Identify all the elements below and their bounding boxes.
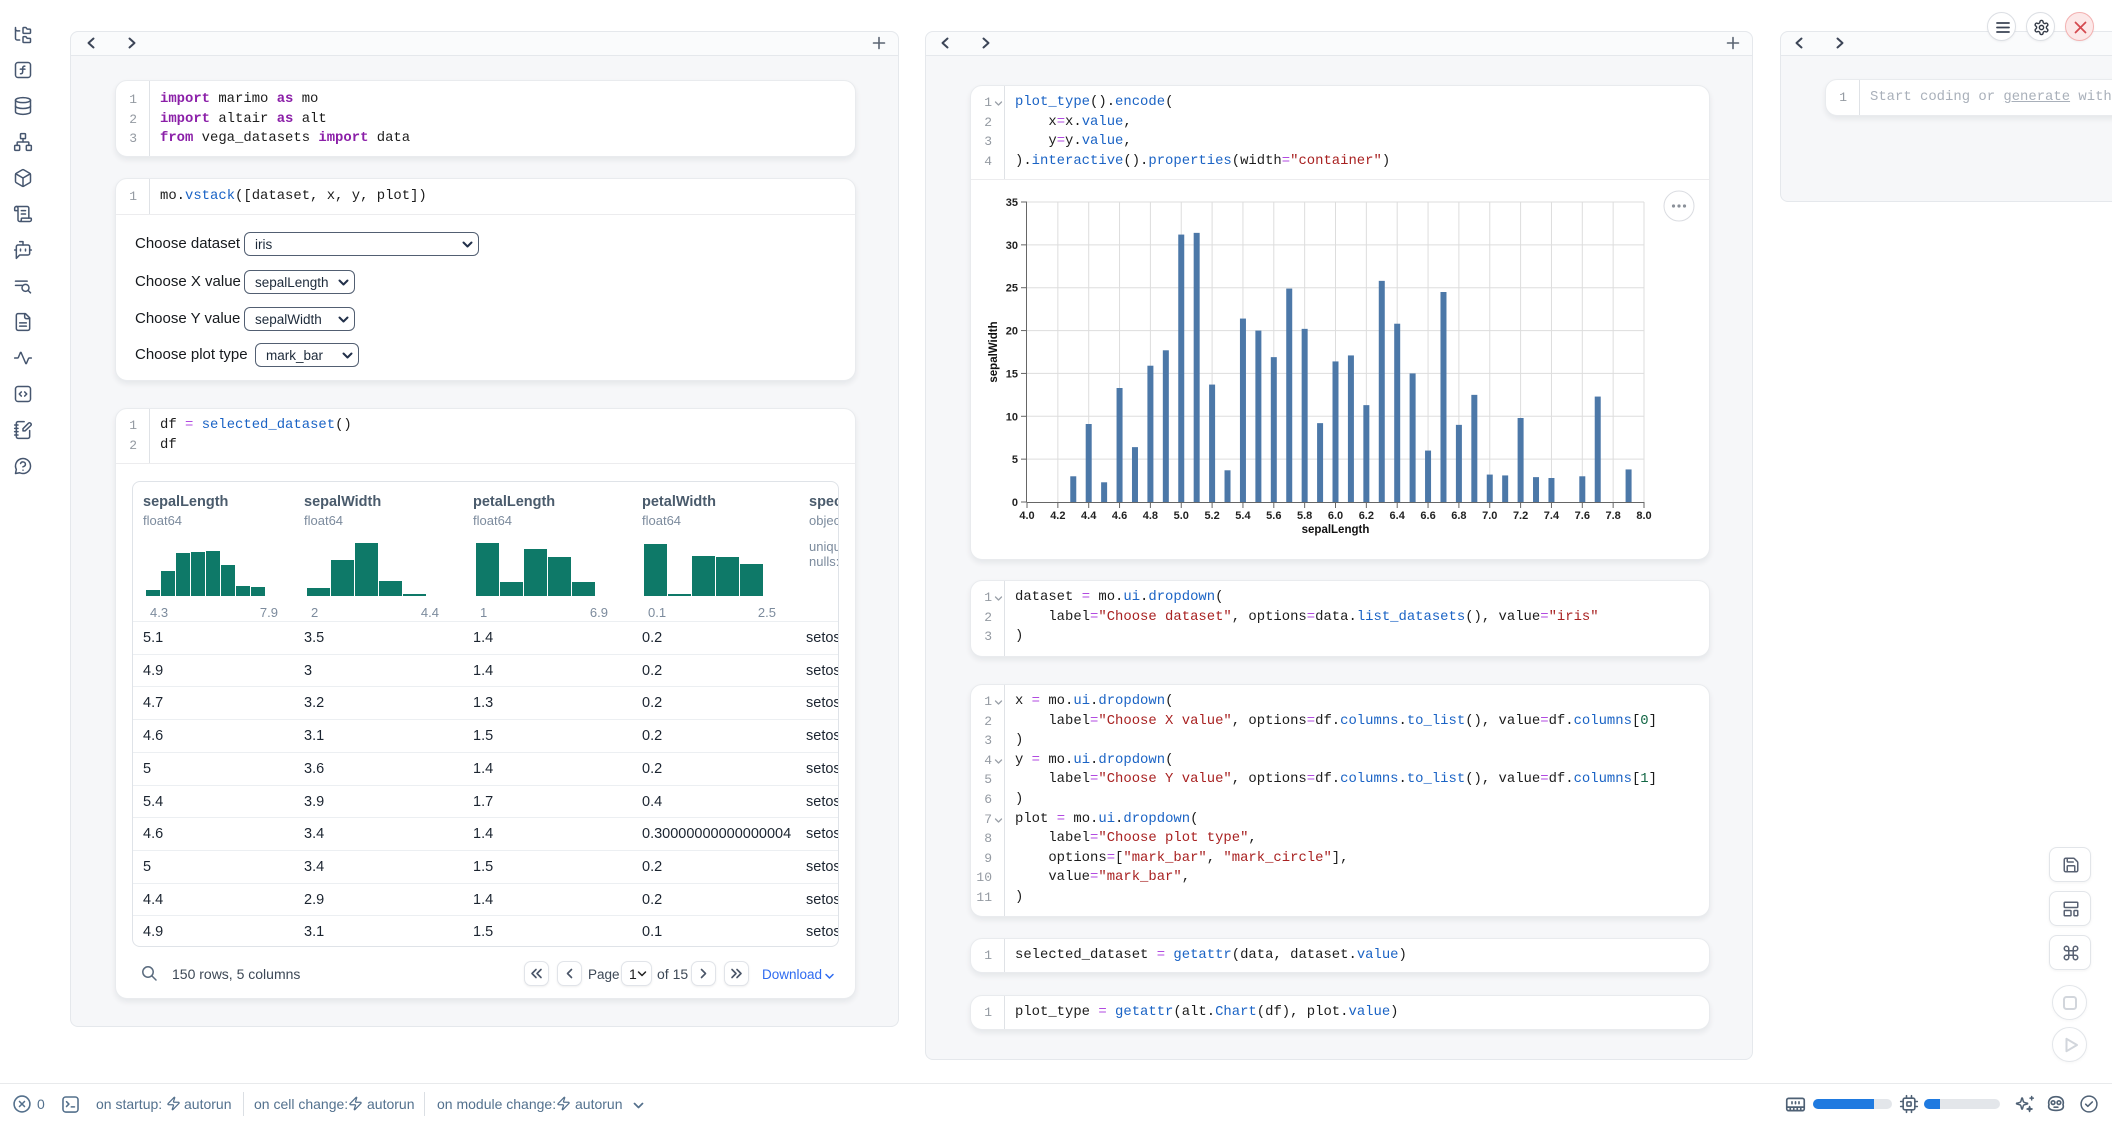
svg-text:5.0: 5.0 [1174, 510, 1189, 522]
svg-text:5.8: 5.8 [1297, 510, 1312, 522]
svg-text:5.2: 5.2 [1204, 510, 1219, 522]
svg-text:25: 25 [1006, 283, 1018, 295]
svg-text:sepalWidth: sepalWidth [988, 321, 1000, 382]
svg-text:4.0: 4.0 [1019, 510, 1034, 522]
svg-text:7.0: 7.0 [1482, 510, 1497, 522]
svg-text:6.6: 6.6 [1420, 510, 1435, 522]
svg-text:15: 15 [1006, 368, 1018, 380]
svg-text:5.4: 5.4 [1235, 510, 1251, 522]
svg-text:30: 30 [1006, 240, 1018, 252]
svg-text:10: 10 [1006, 411, 1018, 423]
svg-text:7.8: 7.8 [1606, 510, 1621, 522]
svg-text:7.6: 7.6 [1575, 510, 1590, 522]
svg-text:sepalLength: sepalLength [1302, 524, 1370, 536]
svg-text:5.6: 5.6 [1266, 510, 1281, 522]
svg-text:6.0: 6.0 [1328, 510, 1343, 522]
svg-text:0: 0 [1012, 497, 1018, 509]
svg-text:6.2: 6.2 [1359, 510, 1374, 522]
svg-text:4.8: 4.8 [1143, 510, 1158, 522]
svg-text:20: 20 [1006, 326, 1018, 338]
svg-text:4.6: 4.6 [1112, 510, 1127, 522]
svg-text:6.4: 6.4 [1390, 510, 1406, 522]
svg-text:4.2: 4.2 [1050, 510, 1065, 522]
svg-text:7.2: 7.2 [1513, 510, 1528, 522]
svg-text:7.4: 7.4 [1544, 510, 1560, 522]
svg-text:35: 35 [1006, 197, 1018, 209]
svg-text:4.4: 4.4 [1081, 510, 1097, 522]
svg-text:5: 5 [1012, 454, 1018, 466]
svg-text:6.8: 6.8 [1451, 510, 1466, 522]
svg-text:8.0: 8.0 [1636, 510, 1651, 522]
